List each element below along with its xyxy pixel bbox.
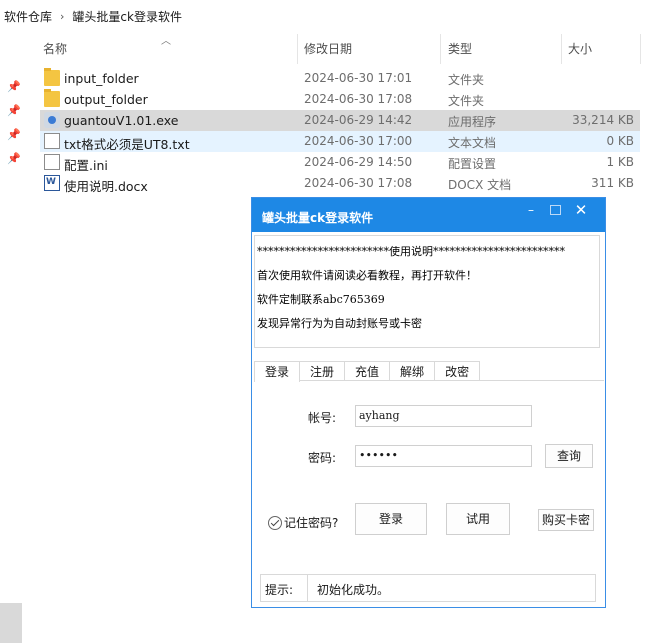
remember-password-option[interactable]: 记住密码? [268,514,338,531]
folder-icon [44,68,60,86]
column-divider[interactable] [440,34,441,64]
exe-icon [44,112,60,128]
maximize-icon[interactable] [544,200,566,220]
dialog-titlebar[interactable]: 罐头批量ck登录软件 – ✕ [252,198,605,232]
folder-icon [44,89,60,107]
column-header-name[interactable]: 名称 [43,40,67,57]
tab-strip: 登录 注册 充值 解绑 改密 [254,361,481,382]
column-header-size[interactable]: 大小 [568,40,592,57]
trial-button[interactable]: 试用 [446,503,510,535]
status-bar: 提示: 初始化成功。 [260,574,596,602]
status-divider [307,575,308,601]
chevron-right-icon: › [60,9,65,23]
docx-file-icon [44,175,60,191]
file-date: 2024-06-30 17:08 [304,92,413,106]
password-label: 密码: [308,451,337,465]
file-size: 33,214 KB [572,113,634,127]
minimize-icon[interactable]: – [520,200,542,220]
file-type: 文件夹 [448,94,485,108]
column-header-date[interactable]: 修改日期 [304,40,352,57]
pin-icon[interactable]: 📌 [7,104,21,117]
account-label: 帐号: [308,411,337,425]
file-size: 311 KB [591,176,634,190]
close-icon[interactable]: ✕ [570,200,592,220]
file-name: 使用说明.docx [64,179,148,194]
login-button[interactable]: 登录 [355,503,427,535]
file-size: 1 KB [606,155,634,169]
file-date: 2024-06-30 17:01 [304,71,413,85]
file-row-config-ini[interactable]: 配置.ini 2024-06-29 14:50 配置设置 1 KB [40,152,640,173]
login-dialog: 罐头批量ck登录软件 – ✕ ************************使… [251,197,606,608]
file-date: 2024-06-29 14:50 [304,155,413,169]
remember-password-label: 记住密码? [284,516,339,530]
check-circle-icon [268,515,282,530]
tab-register[interactable]: 注册 [299,361,346,381]
column-divider[interactable] [297,34,298,64]
file-row-output-folder[interactable]: output_folder 2024-06-30 17:08 文件夹 [40,89,640,110]
file-date: 2024-06-30 17:00 [304,134,413,148]
nav-scrollbar[interactable] [0,603,22,643]
file-type: 文件夹 [448,73,485,87]
status-label: 提示: [265,583,294,597]
breadcrumb-item-software-repo[interactable]: 软件仓库 [4,8,52,25]
file-type: 应用程序 [448,115,497,129]
file-name: txt格式必须是UT8.txt [64,137,190,152]
pin-icon[interactable]: 📌 [7,80,21,93]
tab-login[interactable]: 登录 [254,361,301,382]
file-row-input-folder[interactable]: input_folder 2024-06-30 17:01 文件夹 [40,68,640,89]
sort-ascending-icon: ︿ [161,36,171,47]
file-row-txt[interactable]: txt格式必须是UT8.txt 2024-06-30 17:00 文本文档 0 … [40,131,640,152]
password-input[interactable]: •••••• [355,445,532,467]
dialog-title: 罐头批量ck登录软件 [262,211,374,225]
tab-unbind[interactable]: 解绑 [389,361,436,381]
file-name: output_folder [64,92,148,107]
file-date: 2024-06-30 17:08 [304,176,413,190]
column-header-type[interactable]: 类型 [448,40,472,57]
breadcrumb: 软件仓库 › 罐头批量ck登录软件 [4,6,182,26]
status-text: 初始化成功。 [317,583,390,597]
navigation-pane: 📌 📌 📌 📌 [0,0,26,643]
notice-line: 首次使用软件请阅读必看教程，再打开软件！ [257,269,477,282]
account-input[interactable]: ayhang [355,405,532,427]
file-type: 文本文档 [448,136,497,150]
query-button[interactable]: 查询 [545,444,593,468]
text-file-icon [44,133,60,149]
file-row-guantou-exe[interactable]: guantouV1.01.exe 2024-06-29 14:42 应用程序 3… [40,110,640,131]
file-name: 配置.ini [64,158,108,173]
file-name: guantouV1.01.exe [64,113,179,128]
notice-line: 发现异常行为为自动封账号或卡密 [257,317,422,330]
ini-file-icon [44,154,60,170]
tab-recharge[interactable]: 充值 [344,361,391,381]
column-header-row: ︿ 名称 修改日期 类型 大小 [0,34,670,64]
file-type: 配置设置 [448,157,497,171]
pin-icon[interactable]: 📌 [7,152,21,165]
column-divider[interactable] [561,34,562,64]
notice-line: 软件定制联系abc765369 [257,293,385,306]
tab-change-password[interactable]: 改密 [434,361,481,381]
notice-line: ************************使用说明************… [257,245,565,258]
file-type: DOCX 文档 [448,178,512,192]
file-size: 0 KB [606,134,634,148]
pin-icon[interactable]: 📌 [7,128,21,141]
notice-textbox[interactable]: ************************使用说明************… [254,235,600,348]
buy-card-button[interactable]: 购买卡密 [538,509,594,531]
column-divider[interactable] [640,34,641,64]
file-row-docx[interactable]: 使用说明.docx 2024-06-30 17:08 DOCX 文档 311 K… [40,173,640,194]
breadcrumb-item-current-folder[interactable]: 罐头批量ck登录软件 [72,8,182,25]
file-date: 2024-06-29 14:42 [304,113,413,127]
file-name: input_folder [64,71,139,86]
